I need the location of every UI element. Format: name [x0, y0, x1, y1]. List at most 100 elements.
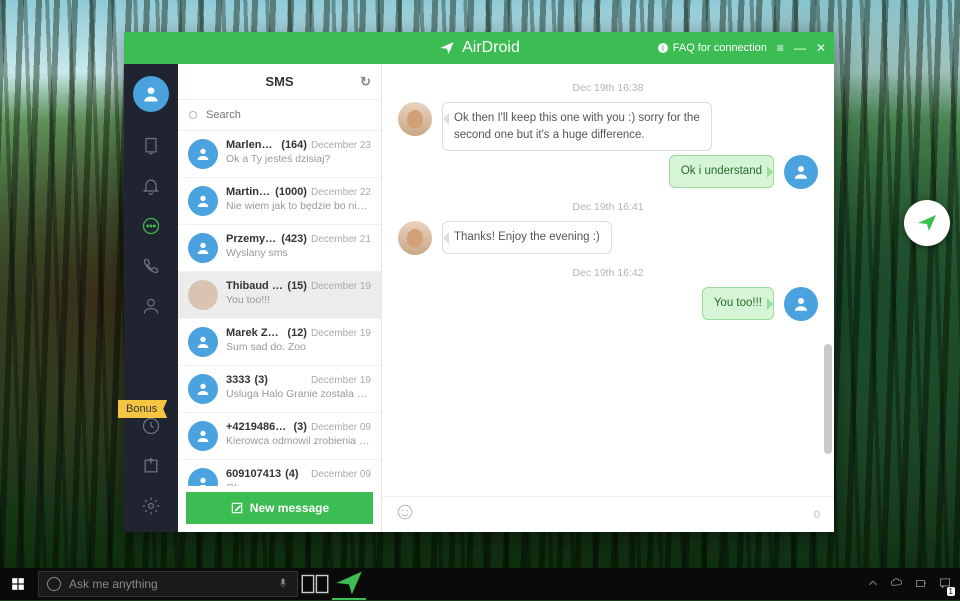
thread-avatar [188, 139, 218, 169]
gear-icon [141, 496, 161, 516]
faq-link[interactable]: i FAQ for connection [657, 42, 767, 54]
tray-notifications-icon[interactable]: 1 [938, 576, 952, 593]
chat-timestamp: Dec 19th 16:41 [398, 201, 818, 213]
emoji-button[interactable] [396, 503, 414, 526]
thread-name: 3333 [226, 374, 250, 386]
thread-name: Martin K... [226, 186, 271, 198]
thread-count: (3) [294, 421, 307, 433]
smile-icon [396, 503, 414, 521]
chat-panel: Dec 19th 16:38Ok then I'll keep this one… [382, 64, 834, 532]
sms-list-header: SMS ↻ [178, 64, 381, 100]
compose-icon [230, 501, 244, 515]
message-bubble: Ok i understand [669, 155, 774, 188]
thread-preview: Kierowca odmowil zrobienia wydr... [226, 435, 371, 447]
tray-network-icon[interactable] [914, 576, 928, 593]
user-avatar[interactable] [133, 76, 169, 112]
char-count: 0 [814, 509, 820, 521]
thread-item[interactable]: Marlena B...(164)December 23Ok a Ty jest… [178, 131, 381, 178]
nav-notifications[interactable] [124, 166, 178, 206]
message-avatar [784, 155, 818, 189]
thread-item[interactable]: 3333(3)December 19Usluga Halo Granie zos… [178, 366, 381, 413]
chat-scroll[interactable]: Dec 19th 16:38Ok then I'll keep this one… [382, 64, 834, 496]
start-button[interactable] [0, 568, 36, 600]
info-icon: i [657, 42, 669, 54]
thread-avatar [188, 374, 218, 404]
taskbar-airdroid[interactable] [332, 568, 366, 600]
thread-name: Thibaud M... [226, 280, 283, 292]
chat-timestamp: Dec 19th 16:38 [398, 82, 818, 94]
message-avatar [398, 102, 432, 136]
thread-item[interactable]: Thibaud M...(15)December 19You too!!! [178, 272, 381, 319]
chat-timestamp: Dec 19th 16:42 [398, 267, 818, 279]
new-message-button[interactable]: New message [186, 492, 373, 524]
thread-count: (3) [254, 374, 267, 386]
windows-icon [11, 577, 25, 591]
chat-input-bar: 0 [382, 496, 834, 532]
thread-item[interactable]: Martin K...(1000)December 22Nie wiem jak… [178, 178, 381, 225]
nav-contacts[interactable] [124, 286, 178, 326]
thread-count: (12) [287, 327, 307, 339]
thread-item[interactable]: 609107413(4)December 09Ok [178, 460, 381, 486]
message-row: Thanks! Enjoy the evening :) [398, 221, 818, 255]
taskbar: Ask me anything 1 [0, 568, 960, 600]
file-transfer-icon [141, 136, 161, 156]
phone-icon [141, 256, 161, 276]
thread-name: Marlena B... [226, 139, 277, 151]
tray-onedrive-icon[interactable] [890, 576, 904, 593]
message-avatar [398, 221, 432, 255]
system-tray: 1 [866, 576, 960, 593]
thread-name: Przemysł... [226, 233, 277, 245]
titlebar: AirDroid i FAQ for connection ≡ — ✕ [124, 32, 834, 64]
scrollbar-thumb[interactable] [824, 344, 832, 454]
thread-name: 609107413 [226, 468, 281, 480]
bonus-badge[interactable]: Bonus [118, 400, 167, 418]
task-view-button[interactable] [298, 568, 332, 600]
cortana-icon [47, 577, 61, 591]
close-button[interactable]: ✕ [816, 41, 826, 55]
nav-share[interactable] [124, 446, 178, 486]
thread-preview: Usluga Halo Granie zostala wlasni... [226, 388, 371, 400]
thread-preview: You too!!! [226, 294, 371, 306]
share-icon [141, 456, 161, 476]
nav-rail [124, 64, 178, 532]
message-row: Ok i understand [398, 155, 818, 189]
bell-icon [141, 176, 161, 196]
thread-item[interactable]: Przemysł...(423)December 21Wyslany sms [178, 225, 381, 272]
nav-calls[interactable] [124, 246, 178, 286]
thread-count: (4) [285, 468, 298, 480]
options-button[interactable]: ≡ [777, 41, 784, 55]
paper-plane-icon [915, 211, 939, 235]
thread-list[interactable]: Marlena B...(164)December 23Ok a Ty jest… [178, 131, 381, 486]
nav-files[interactable] [124, 126, 178, 166]
thread-avatar [188, 421, 218, 451]
message-bubble: You too!!! [702, 287, 774, 320]
clock-icon [141, 416, 161, 436]
nav-sms[interactable] [124, 206, 178, 246]
minimize-button[interactable]: — [794, 41, 806, 55]
app-logo: AirDroid [438, 39, 520, 57]
paper-plane-icon [438, 39, 456, 57]
airdroid-float-button[interactable] [904, 200, 950, 246]
person-icon [141, 84, 161, 104]
mic-icon[interactable] [277, 577, 289, 592]
thread-avatar [188, 327, 218, 357]
thread-item[interactable]: Marek Zaw...(12)December 19Sum sad do. Z… [178, 319, 381, 366]
thread-avatar [188, 233, 218, 263]
thread-avatar [188, 280, 218, 310]
search-input[interactable] [186, 104, 373, 126]
thread-date: December 22 [311, 187, 371, 198]
svg-text:i: i [662, 46, 664, 53]
nav-settings[interactable] [124, 486, 178, 526]
thread-preview: Wyslany sms [226, 247, 371, 259]
tray-chevron-up-icon[interactable] [866, 576, 880, 593]
refresh-button[interactable]: ↻ [360, 74, 371, 90]
sms-title: SMS [265, 74, 293, 89]
task-view-icon [298, 567, 332, 601]
thread-preview: Ok a Ty jesteś dzisiaj? [226, 153, 371, 165]
cortana-search[interactable]: Ask me anything [38, 571, 298, 597]
thread-count: (423) [281, 233, 307, 245]
thread-date: December 19 [311, 281, 371, 292]
person-icon [141, 296, 161, 316]
thread-item[interactable]: +4219486917...(3)December 09Kierowca odm… [178, 413, 381, 460]
sms-list-panel: SMS ↻ Marlena B...(164)December 23Ok a T… [178, 64, 382, 532]
